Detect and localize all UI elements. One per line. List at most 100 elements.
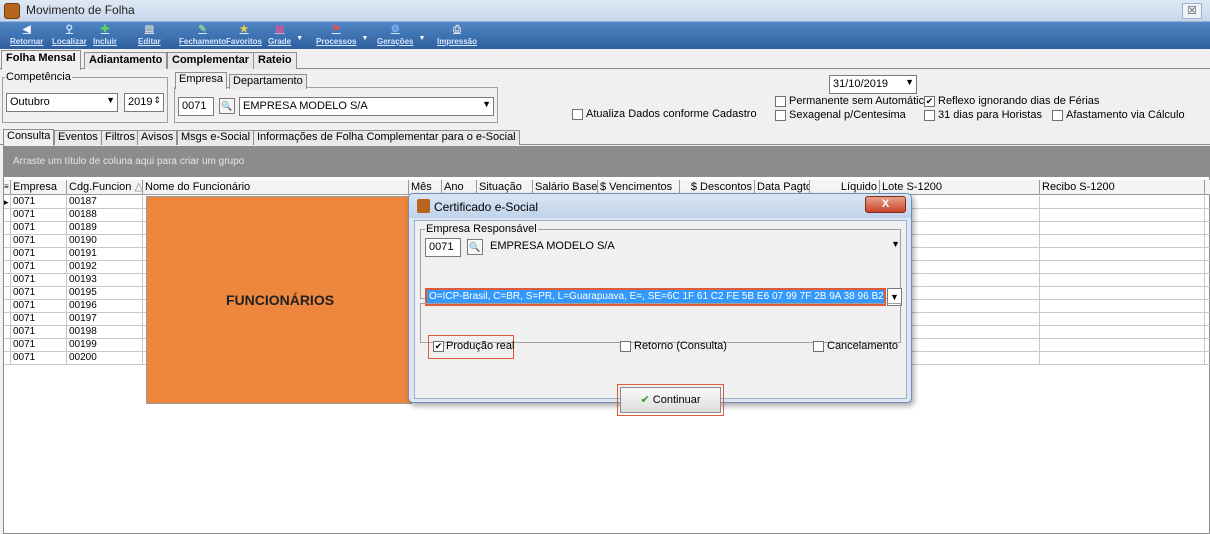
group-by-bar[interactable]: Arraste um título de coluna aqui para cr… — [3, 146, 1210, 176]
row-indicator — [4, 248, 11, 261]
dialog-empresa-select[interactable]: EMPRESA MODELO S/A ▼ — [487, 238, 902, 257]
cell-cdg-funcion: 00197 — [67, 313, 143, 326]
dropdown-arrow-icon[interactable]: ▼ — [419, 35, 426, 42]
col-nome[interactable]: Nome do Funcionário — [143, 180, 409, 195]
star-icon: ★ — [239, 24, 249, 35]
cell-empresa: 0071 — [11, 313, 67, 326]
check-icon: ✔ — [640, 394, 650, 406]
continuar-highlight: ✔ Continuar — [617, 384, 724, 416]
table-cell — [1040, 326, 1205, 339]
chevron-down-icon: ▼ — [106, 95, 115, 105]
retorno-checkbox[interactable] — [620, 341, 631, 352]
toolbar-retornar-button[interactable]: ◀ Retornar — [10, 23, 43, 48]
col-cdg-funcion[interactable]: Cdg.Funcion △ — [67, 180, 143, 195]
cell-empresa: 0071 — [11, 352, 67, 365]
toolbar-grade-button[interactable]: ▦ Grade ▼ — [268, 23, 303, 48]
producao-real-label: Produção real — [446, 340, 515, 352]
tab-rateio[interactable]: Rateio — [253, 52, 297, 69]
printer-icon: ⎙ — [453, 24, 462, 35]
table-cell — [1040, 261, 1205, 274]
tab-adiantamento[interactable]: Adiantamento — [84, 52, 168, 69]
tab-eventos[interactable]: Eventos — [54, 130, 102, 145]
afastamento-checkbox[interactable] — [1052, 110, 1063, 121]
toolbar-processos-button[interactable]: ⚑ Processos ▼ — [316, 23, 368, 48]
plus-icon: ✚ — [100, 24, 110, 35]
app-icon — [4, 3, 20, 19]
toolbar-fechamento-button[interactable]: ✎ Fechamento — [179, 23, 226, 48]
tab-filtros[interactable]: Filtros — [101, 130, 139, 145]
col-empresa[interactable]: Empresa — [11, 180, 67, 195]
col-recibo-s1200[interactable]: Recibo S-1200 — [1040, 180, 1205, 195]
reflexo-label: Reflexo ignorando dias de Férias — [938, 95, 1100, 107]
cell-empresa: 0071 — [11, 339, 67, 352]
date-picker[interactable]: 31/10/2019 ▼ — [829, 75, 917, 94]
dropdown-arrow-icon[interactable]: ▼ — [296, 35, 303, 42]
toolbar-label: Retornar — [10, 37, 44, 46]
tab-folha-mensal[interactable]: Folha Mensal — [1, 50, 81, 70]
producao-real-checkbox[interactable]: ✔ — [433, 341, 444, 352]
dialog-body: Empresa Responsável 0071 🔍 EMPRESA MODEL… — [414, 220, 907, 416]
cell-empresa: 0071 — [11, 222, 67, 235]
toolbar-geracoes-button[interactable]: ⚙ Gerações ▼ — [377, 23, 425, 48]
toolbar-label: Processos — [316, 37, 357, 46]
empresa-select[interactable]: EMPRESA MODELO S/A ▼ — [239, 97, 494, 116]
year-spinner[interactable]: 2019 ⇕ — [124, 93, 164, 112]
toolbar-label: Localizar — [52, 37, 87, 46]
permanente-checkbox[interactable] — [775, 96, 786, 107]
spinner-icon: ⇕ — [153, 95, 161, 105]
dialog-search-empresa-icon[interactable]: 🔍 — [467, 239, 483, 255]
tab-consulta[interactable]: Consulta — [3, 129, 55, 146]
row-indicator: ▸ — [4, 196, 11, 209]
sexagenal-checkbox[interactable] — [775, 110, 786, 121]
group-hint: Arraste um título de coluna aqui para cr… — [13, 156, 245, 167]
row-indicator — [4, 274, 11, 287]
cell-cdg-funcion: 00192 — [67, 261, 143, 274]
cell-cdg-funcion: 00191 — [67, 248, 143, 261]
search-empresa-icon[interactable]: 🔍 — [219, 98, 235, 114]
table-cell — [1040, 339, 1205, 352]
close-window-button[interactable]: ☒ — [1182, 3, 1202, 19]
toolbar-editar-button[interactable]: ▤ Editar — [138, 23, 161, 48]
reflexo-checkbox[interactable]: ✔ — [924, 96, 935, 107]
tab-empresa[interactable]: Empresa — [175, 72, 228, 89]
toolbar-incluir-button[interactable]: ✚ Incluir — [93, 23, 117, 48]
column-chooser-icon[interactable]: ≡ — [4, 180, 11, 195]
cell-empresa: 0071 — [11, 209, 67, 222]
cell-cdg-funcion: 00187 — [67, 196, 143, 209]
row-indicator — [4, 313, 11, 326]
toolbar-label: Impressão — [437, 37, 478, 46]
table-cell — [1040, 222, 1205, 235]
tab-departamento[interactable]: Departamento — [229, 74, 307, 89]
tab-avisos[interactable]: Avisos — [137, 130, 178, 145]
tab-info-folha-complementar[interactable]: Informações de Folha Complementar para o… — [253, 130, 520, 145]
toolbar-label: Favoritos — [226, 37, 263, 46]
dialog-close-button[interactable]: X — [865, 196, 906, 213]
row-indicator — [4, 287, 11, 300]
dropdown-arrow-icon[interactable]: ▼ — [362, 35, 369, 42]
toolbar-label: Incluir — [93, 37, 118, 46]
cell-empresa: 0071 — [11, 274, 67, 287]
empresa-responsavel-legend: Empresa Responsável — [425, 223, 538, 235]
cancelamento-checkbox[interactable] — [813, 341, 824, 352]
cell-cdg-funcion: 00190 — [67, 235, 143, 248]
tab-msgs-esocial[interactable]: Msgs e-Social — [177, 130, 255, 145]
empresa-code-input[interactable]: 0071 — [178, 97, 214, 116]
redaction-overlay: FUNCIONÁRIOS — [146, 196, 412, 404]
month-select[interactable]: Outubro ▼ — [6, 93, 118, 112]
tab-complementar[interactable]: Complementar — [167, 52, 255, 69]
table-cell — [1040, 287, 1205, 300]
table-cell — [1040, 300, 1205, 313]
toolbar-localizar-button[interactable]: ⚲ Localizar — [52, 23, 87, 48]
toolbar-impressao-button[interactable]: ⎙ Impressão — [437, 23, 477, 48]
dialog-empresa-code[interactable]: 0071 — [425, 238, 461, 257]
cell-empresa: 0071 — [11, 326, 67, 339]
year-value: 2019 — [128, 96, 153, 108]
continuar-button[interactable]: ✔ Continuar — [620, 387, 721, 413]
cell-cdg-funcion: 00200 — [67, 352, 143, 365]
toolbar-favoritos-button[interactable]: ★ Favoritos — [226, 23, 262, 48]
empresa-name: EMPRESA MODELO S/A — [243, 100, 368, 112]
cell-empresa: 0071 — [11, 235, 67, 248]
horistas-checkbox[interactable] — [924, 110, 935, 121]
atualiza-checkbox[interactable] — [572, 109, 583, 120]
col-cdg-funcion-label: Cdg.Funcion — [69, 181, 132, 193]
